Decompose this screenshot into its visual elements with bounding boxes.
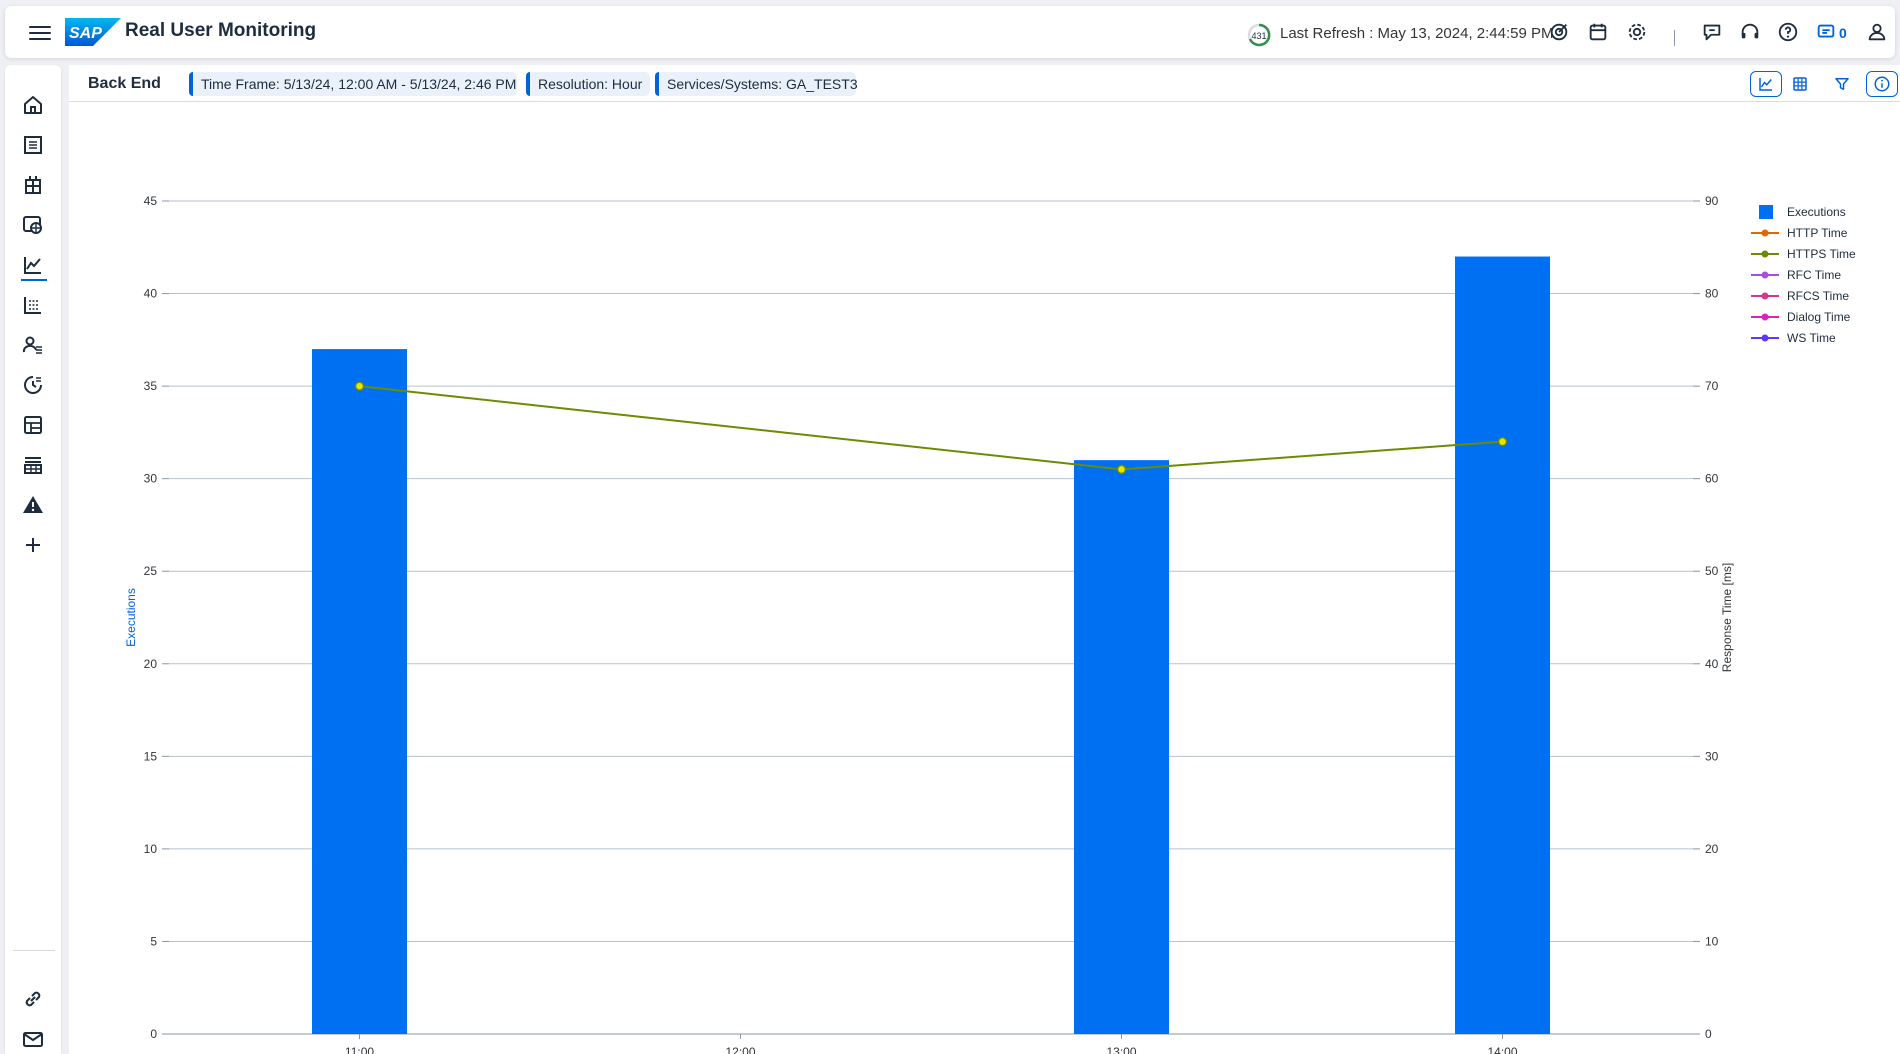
add-icon[interactable] (21, 533, 45, 557)
y-tick-label: 40 (144, 287, 158, 301)
chart-view-button[interactable] (1750, 71, 1782, 97)
chart-lines (354, 381, 1508, 475)
y-tick-label: 35 (144, 379, 158, 393)
y2-tick-label: 30 (1705, 749, 1719, 763)
point-https-time (1116, 464, 1127, 475)
list-icon[interactable] (21, 133, 45, 157)
layout-icon[interactable] (21, 413, 45, 437)
line-https-time (359, 385, 1503, 471)
y2-tick-label: 50 (1705, 564, 1719, 578)
chart-line-icon (1759, 78, 1772, 91)
calendar-icon[interactable] (1587, 21, 1609, 43)
legend-marker (1761, 229, 1769, 237)
last-refresh-text: Last Refresh : May 13, 2024, 2:44:59 PM (1280, 25, 1554, 42)
home-icon[interactable] (21, 93, 45, 117)
x-tick-label: 14:00 (1487, 1045, 1517, 1054)
legend-label: RFCS Time (1787, 289, 1849, 303)
notification-count[interactable]: 0 (1839, 25, 1847, 41)
y2-tick-label: 20 (1705, 842, 1719, 856)
refresh-count: 431 (1251, 31, 1267, 41)
menu-icon[interactable] (29, 22, 51, 42)
sap-logo: SAP (65, 18, 121, 46)
y-axis-label: Executions (124, 588, 138, 647)
app-title: Real User Monitoring (125, 20, 317, 41)
grid-icon[interactable] (21, 173, 45, 197)
info-button[interactable] (1866, 71, 1898, 97)
point-https-time (1497, 436, 1508, 447)
nav-divider (13, 950, 55, 951)
history-icon[interactable] (21, 373, 45, 397)
chart-legend: Executions HTTP Time HTTPS Time RFC Time RFC… (1751, 205, 1856, 345)
warning-icon[interactable] (21, 493, 45, 517)
x-tick-label: 12:00 (725, 1045, 755, 1054)
table-icon (1793, 77, 1807, 91)
x-tick-label: 13:00 (1106, 1045, 1136, 1054)
legend-marker (1761, 271, 1769, 279)
svg-text:SAP: SAP (69, 25, 102, 42)
chart-bars (312, 256, 1550, 1035)
gear-icon[interactable] (1626, 21, 1648, 43)
nav-active-indicator (21, 279, 47, 281)
y2-tick-label: 80 (1705, 287, 1719, 301)
point-https-time (354, 381, 365, 391)
bar-1100 (312, 349, 407, 1034)
legend-label: Executions (1787, 205, 1846, 219)
link-icon[interactable] (21, 987, 45, 1011)
y2-tick-label: 60 (1705, 472, 1719, 486)
table-icon[interactable] (21, 293, 45, 317)
main-content: Back End Time Frame: 5/13/24, 12:00 AM -… (69, 65, 1900, 1054)
x-tick-label: 11:00 (345, 1045, 374, 1054)
y-tick-label: 0 (150, 1027, 157, 1041)
y-tick-label: 10 (144, 842, 158, 856)
shellbar-separator (1674, 30, 1675, 46)
y2-tick-label: 90 (1705, 194, 1719, 208)
y-tick-label: 30 (144, 472, 158, 486)
legend-label: WS Time (1787, 331, 1836, 345)
y2-tick-label: 70 (1705, 379, 1719, 393)
legend-label: HTTPS Time (1787, 247, 1856, 261)
y2-axis-label: Response Time [ms] (1720, 563, 1734, 672)
y2-tick-label: 40 (1705, 657, 1719, 671)
y2-tick-label: 0 (1705, 1027, 1712, 1041)
users-list-icon[interactable] (21, 333, 45, 357)
bar-1300 (1074, 460, 1169, 1035)
timeframe-token[interactable]: Time Frame: 5/13/24, 12:00 AM - 5/13/24,… (189, 72, 517, 96)
page-title: Back End (88, 75, 161, 92)
y-tick-label: 45 (144, 194, 158, 208)
resolution-token[interactable]: Resolution: Hour (526, 72, 650, 96)
y-tick-label: 20 (144, 657, 158, 671)
table-view-button[interactable] (1784, 71, 1816, 97)
target-icon[interactable] (1548, 21, 1570, 43)
globe-icon[interactable] (21, 213, 45, 237)
legend-swatch (1759, 205, 1773, 219)
headset-icon[interactable] (1739, 21, 1761, 43)
mail-icon[interactable] (21, 1027, 45, 1051)
y-tick-label: 5 (150, 934, 157, 948)
user-icon[interactable] (1866, 21, 1888, 43)
y-tick-label: 25 (144, 564, 158, 578)
filter-button[interactable] (1826, 71, 1858, 97)
legend-label: HTTP Time (1787, 226, 1848, 240)
report-icon[interactable] (21, 453, 45, 477)
executions-chart: 0 5 10 15 20 25 30 35 40 45 0 10 20 30 40 50 60 70 80 90 11:… (124, 194, 1856, 1054)
feedback-icon[interactable] (1701, 21, 1723, 43)
legend-marker (1761, 334, 1769, 342)
y-tick-label: 15 (144, 749, 158, 763)
help-icon[interactable] (1777, 21, 1799, 43)
info-icon (1874, 76, 1890, 92)
legend-marker (1761, 313, 1769, 321)
services-token[interactable]: Services/Systems: GA_TEST3 (655, 72, 858, 96)
y2-tick-label: 10 (1705, 934, 1719, 948)
filter-icon (1835, 78, 1849, 90)
legend-marker (1761, 250, 1769, 258)
notifications-icon[interactable] (1815, 21, 1837, 43)
shell-bar: SAP Real User Monitoring 431 Last Refres… (5, 6, 1895, 58)
side-navigation (5, 65, 61, 1054)
chart-line-icon[interactable] (21, 253, 45, 277)
legend-label: Dialog Time (1787, 310, 1851, 324)
legend-label: RFC Time (1787, 268, 1841, 282)
bar-1400 (1455, 256, 1550, 1034)
legend-marker (1761, 292, 1769, 300)
content-header: Back End Time Frame: 5/13/24, 12:00 AM -… (69, 65, 1900, 102)
